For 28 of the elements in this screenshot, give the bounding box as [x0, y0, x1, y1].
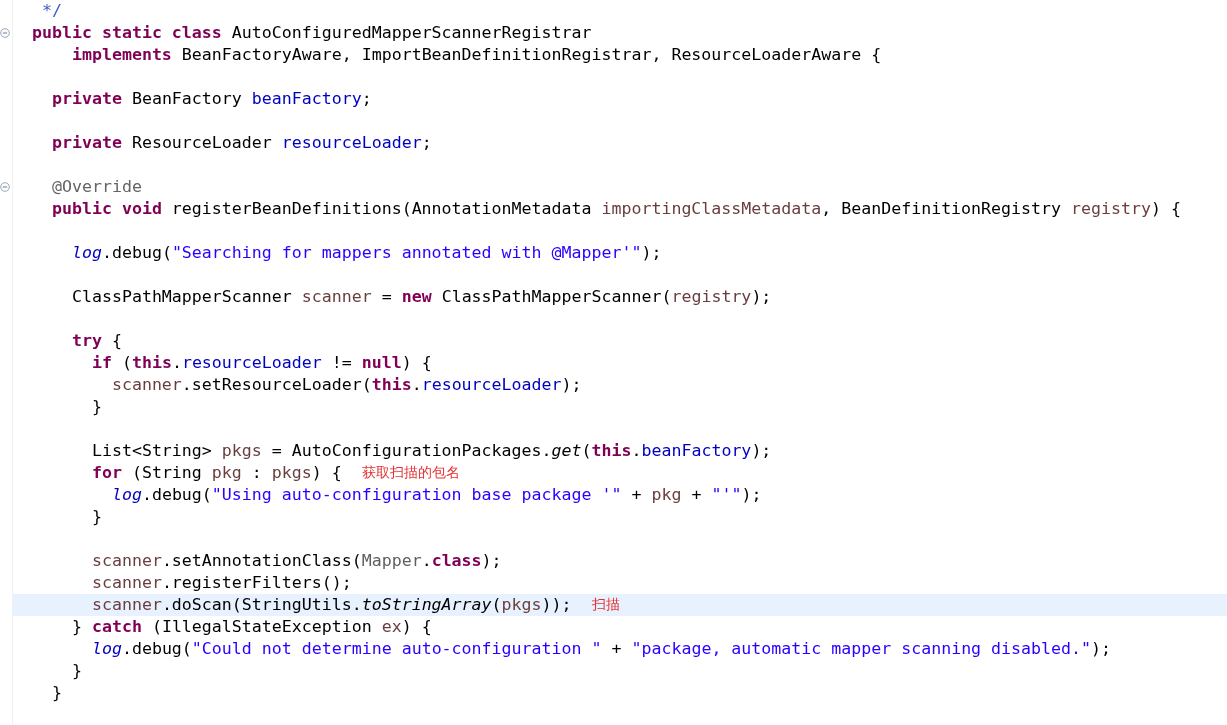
code-line: List<String> pkgs = AutoConfigurationPackages.get(this.beanFactory);: [90, 440, 772, 462]
code-line: } catch (IllegalStateException ex) {: [70, 616, 432, 638]
collapse-icon[interactable]: [0, 182, 10, 192]
code-line: public static class AutoConfiguredMapperScannerRegistrar: [32, 22, 592, 44]
collapse-icon[interactable]: [0, 28, 10, 38]
code-line: */: [41, 0, 62, 22]
code-line: scanner.registerFilters();: [90, 572, 352, 594]
code-line: }: [50, 682, 62, 704]
annotation-note: 扫描: [591, 596, 620, 614]
code-line: private BeanFactory beanFactory;: [50, 88, 372, 110]
code-line: public void registerBeanDefinitions(AnnotationMetadata importingClassMetadata, BeanDefinitionRegistry registry) {: [50, 198, 1181, 220]
code-line: }: [90, 396, 102, 418]
code-line: scanner.setResourceLoader(this.resourceLoader);: [110, 374, 582, 396]
code-line: log.debug("Could not determine auto-configuration " + "package, automatic mapper scanning disabled.");: [90, 638, 1111, 660]
code-line: log.debug("Using auto-configuration base package '" + pkg + "'");: [110, 484, 762, 506]
code-line: }: [70, 660, 82, 682]
code-line: }: [90, 506, 102, 528]
annotation-note: 获取扫描的包名: [361, 464, 460, 482]
code-line: if (this.resourceLoader != null) {: [90, 352, 432, 374]
code-line: log.debug("Searching for mappers annotated with @Mapper'");: [70, 242, 662, 264]
code-line: scanner.setAnnotationClass(Mapper.class);: [90, 550, 502, 572]
code-line: private ResourceLoader resourceLoader;: [50, 132, 432, 154]
code-line: try {: [70, 330, 122, 352]
code-line: for (String pkg : pkgs) {: [90, 462, 342, 484]
code-line: scanner.doScan(StringUtils.toStringArray(pkgs));: [90, 594, 572, 616]
code-line: implements BeanFactoryAware, ImportBeanDefinitionRegistrar, ResourceLoaderAware {: [70, 44, 882, 66]
code-line: ClassPathMapperScanner scanner = new ClassPathMapperScanner(registry);: [70, 286, 772, 308]
code-line: @Override: [50, 176, 142, 198]
